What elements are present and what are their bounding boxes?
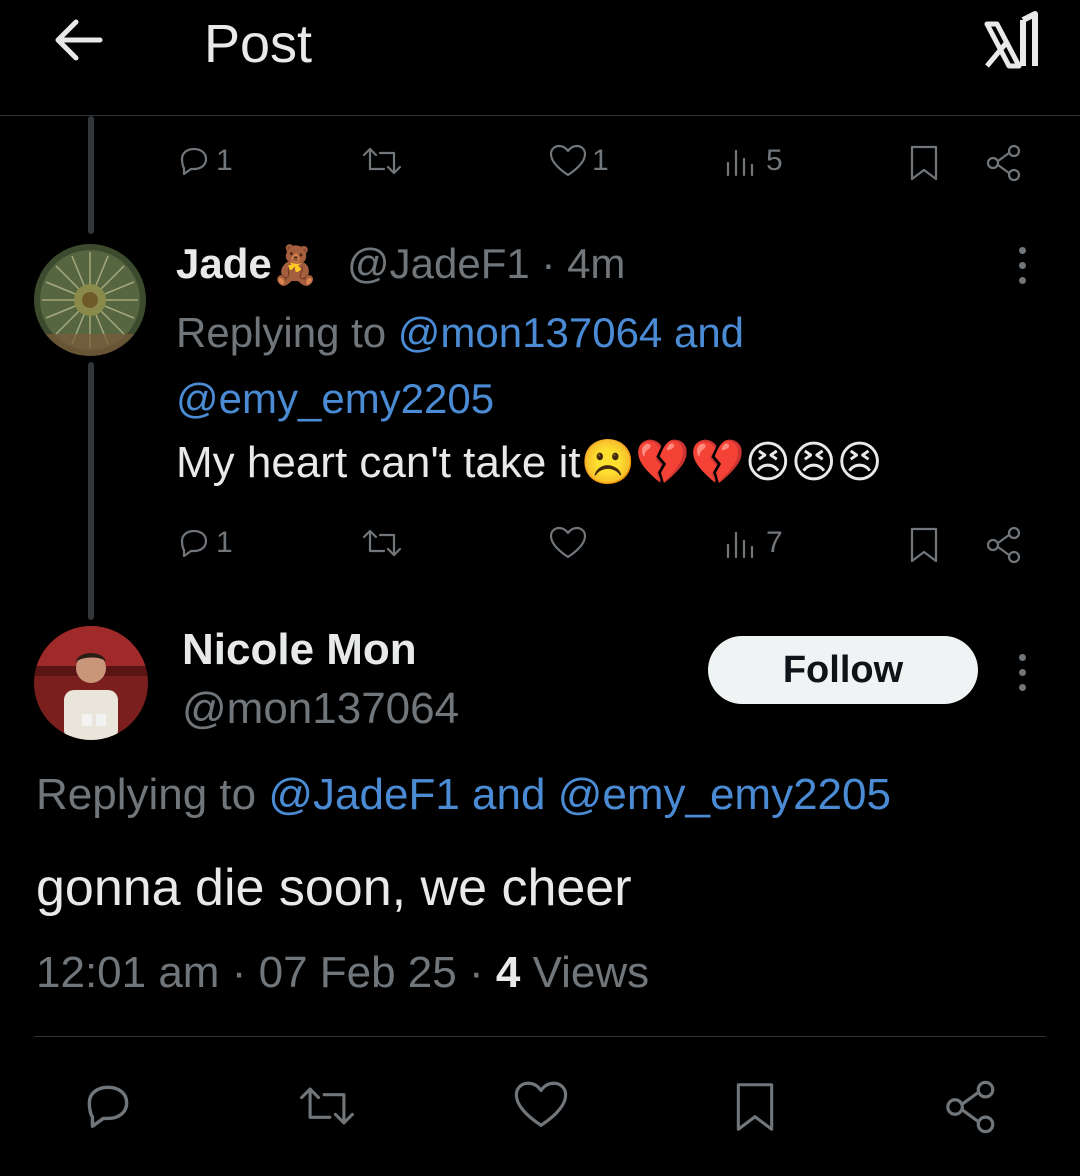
top-bar: Post xyxy=(0,0,1080,116)
bookmark-button[interactable] xyxy=(730,1078,780,1136)
replying-and: and xyxy=(472,770,546,819)
separator-dot: · xyxy=(231,948,247,997)
replying-and: and xyxy=(673,309,745,356)
share-button[interactable] xyxy=(942,1078,1000,1136)
views-count: 5 xyxy=(766,144,783,177)
reply-icon xyxy=(180,529,208,558)
repost-icon xyxy=(362,147,402,175)
follow-button[interactable]: Follow xyxy=(708,636,978,704)
like-button[interactable] xyxy=(512,1078,570,1132)
avatar[interactable] xyxy=(34,626,148,740)
back-arrow-icon[interactable] xyxy=(48,14,110,66)
replying-prefix: Replying to xyxy=(36,770,257,819)
tweet-emojis: ☹️💔💔😣😣😣 xyxy=(580,438,883,487)
author-name: Jade🧸 xyxy=(176,240,319,288)
share-button[interactable] xyxy=(984,525,1024,565)
share-icon xyxy=(946,1080,995,1134)
repost-button[interactable] xyxy=(296,1078,358,1134)
heart-icon xyxy=(549,144,587,177)
replying-to: Replying to @mon137064 and @emy_emy2205 xyxy=(176,300,896,432)
repost-icon xyxy=(300,1087,354,1125)
main-tweet-actions xyxy=(0,1078,1080,1138)
mention-link[interactable]: @emy_emy2205 xyxy=(558,770,891,819)
share-icon xyxy=(986,526,1021,564)
repost-icon xyxy=(362,529,402,557)
post-time: 4m xyxy=(567,240,626,287)
share-button[interactable] xyxy=(984,143,1024,183)
repost-button[interactable] xyxy=(360,525,404,561)
author-handle-time: @JadeF1 · 4m xyxy=(347,240,625,288)
page-title: Post xyxy=(204,14,313,74)
mention-link[interactable]: @emy_emy2205 xyxy=(176,375,494,422)
bookmark-icon xyxy=(910,145,938,181)
views-count: 7 xyxy=(766,526,783,559)
reply-tweet-actions: 1 7 xyxy=(0,522,1080,572)
tweet-metadata: 12:01 am · 07 Feb 25 · 4 Views xyxy=(36,948,649,998)
like-button[interactable] xyxy=(548,525,588,561)
heart-icon xyxy=(549,526,587,559)
more-options-icon[interactable] xyxy=(1016,654,1028,691)
separator-dot: · xyxy=(468,948,484,997)
replying-to: Replying to @JadeF1 and @emy_emy2205 xyxy=(36,770,891,820)
name-emoji: 🧸 xyxy=(271,245,320,287)
thread-line xyxy=(88,362,94,620)
avatar[interactable] xyxy=(34,244,146,356)
heart-icon xyxy=(514,1081,568,1127)
tweet-text: gonna die soon, we cheer xyxy=(36,859,632,917)
more-options-icon[interactable] xyxy=(1016,247,1028,284)
divider xyxy=(34,1036,1046,1037)
separator-dot: · xyxy=(541,240,556,287)
post-time: 12:01 am xyxy=(36,948,220,997)
reply-count: 1 xyxy=(216,144,233,177)
bookmark-icon xyxy=(910,527,938,563)
author-handle[interactable]: @JadeF1 xyxy=(347,240,530,287)
tweet-body: My heart can't take it xyxy=(176,438,581,487)
reply-icon xyxy=(87,1085,129,1128)
prev-tweet-actions: 1 1 5 xyxy=(0,140,1080,190)
display-name[interactable]: Nicole Mon xyxy=(182,625,417,675)
bookmark-button[interactable] xyxy=(906,143,942,183)
views-count[interactable]: 4 xyxy=(496,948,520,997)
share-icon xyxy=(986,144,1021,182)
reply-button[interactable]: 1 xyxy=(176,143,233,179)
bar-chart-icon xyxy=(726,531,754,559)
views-button[interactable]: 7 xyxy=(722,525,783,561)
bar-chart-icon xyxy=(726,149,754,177)
reply-button[interactable] xyxy=(80,1078,136,1134)
reply-count: 1 xyxy=(216,526,233,559)
replying-prefix: Replying to xyxy=(176,309,387,356)
like-count: 1 xyxy=(592,144,609,177)
tweet-text: My heart can't take it☹️💔💔😣😣😣 xyxy=(176,436,883,488)
like-button[interactable]: 1 xyxy=(548,143,609,179)
x-logo-icon[interactable] xyxy=(983,10,1043,72)
reply-icon xyxy=(180,147,208,176)
bookmark-icon xyxy=(736,1083,774,1131)
bookmark-button[interactable] xyxy=(906,525,942,565)
display-name[interactable]: Jade xyxy=(176,240,272,287)
author-handle[interactable]: @mon137064 xyxy=(182,684,459,734)
repost-button[interactable] xyxy=(360,143,404,179)
views-button[interactable]: 5 xyxy=(722,143,783,179)
mention-link[interactable]: @JadeF1 xyxy=(268,770,459,819)
post-date: 07 Feb 25 xyxy=(258,948,457,997)
reply-button[interactable]: 1 xyxy=(176,525,233,561)
views-label: Views xyxy=(532,948,650,997)
mention-link[interactable]: @mon137064 xyxy=(398,309,663,356)
